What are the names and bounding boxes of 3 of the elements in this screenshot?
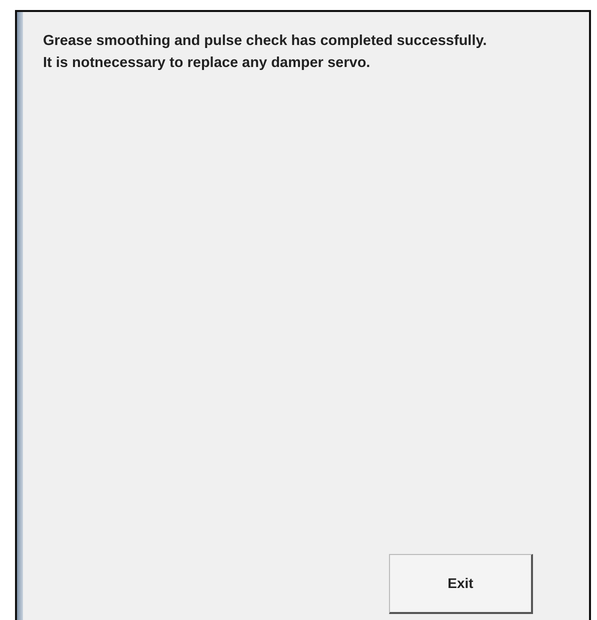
message-text: It is notnecessary to replace any damper servo. xyxy=(43,54,372,73)
exit-button[interactable]: Exit xyxy=(389,554,533,614)
message-text: Grease smoothing and pulse check has completed successfully. xyxy=(43,32,488,51)
